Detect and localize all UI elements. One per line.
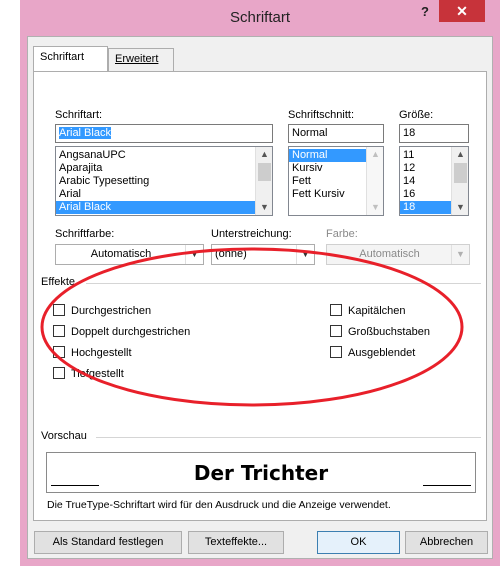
font-input-value: Arial Black [59, 127, 111, 139]
checkbox-small-caps[interactable]: Kapitälchen [330, 304, 406, 317]
tab-erweitert-label: Erweitert [115, 53, 159, 65]
scroll-up-icon[interactable]: ▲ [256, 147, 272, 162]
scroll-down-icon[interactable]: ▼ [452, 200, 468, 215]
checkbox-strikethrough[interactable]: Durchgestrichen [53, 304, 151, 317]
font-list-item[interactable]: Arial [56, 188, 272, 201]
scroll-up-icon[interactable]: ▲ [367, 147, 383, 162]
checkbox-box[interactable] [330, 346, 342, 358]
checkbox-label: Durchgestrichen [71, 305, 152, 317]
checkbox-box[interactable] [53, 346, 65, 358]
underline-value: (ohne) [215, 248, 247, 260]
checkbox-box[interactable] [53, 304, 65, 316]
tab-erweitert[interactable]: Erweitert [108, 48, 174, 71]
font-list-item[interactable]: AngsanaUPC [56, 149, 272, 162]
chevron-down-icon[interactable]: ▼ [296, 245, 314, 264]
close-icon: ✕ [456, 3, 468, 19]
font-color-label: Schriftfarbe: [55, 228, 115, 240]
text-effects-button[interactable]: Texteffekte... [188, 531, 284, 554]
preview-description: Die TrueType-Schriftart wird für den Aus… [47, 499, 391, 511]
preview-divider [96, 437, 481, 438]
checkbox-box[interactable] [53, 367, 65, 379]
checkbox-superscript[interactable]: Hochgestellt [53, 346, 132, 359]
preview-sample-text: Der Trichter [193, 461, 329, 485]
size-list[interactable]: 11 12 14 16 18 ▲ ▼ [399, 146, 469, 216]
checkbox-hidden[interactable]: Ausgeblendet [330, 346, 415, 359]
checkbox-label: Hochgestellt [71, 347, 132, 359]
scroll-thumb[interactable] [454, 163, 467, 183]
checkbox-label: Doppelt durchgestrichen [71, 326, 191, 338]
chevron-down-icon[interactable]: ▼ [185, 245, 203, 264]
size-label: Größe: [399, 109, 434, 121]
checkbox-box[interactable] [330, 304, 342, 316]
checkbox-label: Tiefgestellt [71, 368, 124, 380]
font-list-item-selected[interactable]: Arial Black [56, 201, 272, 214]
style-input[interactable]: Normal [288, 124, 384, 143]
style-list-scrollbar[interactable]: ▲ ▼ [366, 147, 383, 215]
scroll-thumb[interactable] [258, 163, 271, 181]
font-color-combo[interactable]: Automatisch ▼ [55, 244, 204, 265]
font-list-item[interactable]: Arabic Typesetting [56, 175, 272, 188]
scroll-down-icon[interactable]: ▼ [367, 200, 383, 215]
font-dialog: Schriftart ? ✕ Schriftart Erweitert Schr… [20, 0, 500, 566]
help-button[interactable]: ? [416, 2, 434, 22]
style-list[interactable]: Normal Kursiv Fett Fett Kursiv ▲ ▼ [288, 146, 384, 216]
chevron-down-icon: ▼ [451, 245, 469, 264]
size-list-scrollbar[interactable]: ▲ ▼ [451, 147, 468, 215]
underline-color-combo: Automatisch ▼ [326, 244, 470, 265]
size-list-item-selected[interactable]: 18 [400, 201, 451, 214]
effects-label: Effekte [41, 276, 76, 288]
tab-panel-schriftart: Schriftart: Arial Black AngsanaUPC Apara… [33, 71, 487, 521]
checkbox-label: Ausgeblendet [348, 347, 416, 359]
scroll-down-icon[interactable]: ▼ [256, 200, 272, 215]
preview-label: Vorschau [41, 430, 87, 442]
preview-baseline-left [51, 485, 99, 486]
checkbox-all-caps[interactable]: Großbuchstaben [330, 325, 430, 338]
checkbox-label: Kapitälchen [348, 305, 406, 317]
underline-color-value: Automatisch [359, 248, 420, 260]
checkbox-label: Großbuchstaben [348, 326, 430, 338]
ok-button[interactable]: OK [317, 531, 400, 554]
font-color-value: Automatisch [90, 248, 152, 260]
tab-schriftart[interactable]: Schriftart [33, 46, 108, 71]
preview-box: Der Trichter [46, 452, 476, 493]
scroll-up-icon[interactable]: ▲ [452, 147, 468, 162]
underline-combo[interactable]: (ohne) ▼ [211, 244, 315, 265]
size-input[interactable]: 18 [399, 124, 469, 143]
font-label: Schriftart: [55, 109, 103, 121]
style-list-item-selected[interactable]: Normal [289, 149, 366, 162]
tab-schriftart-label: Schriftart [40, 51, 85, 63]
effects-divider [86, 283, 481, 284]
set-default-button[interactable]: Als Standard festlegen [34, 531, 182, 554]
font-list-scrollbar[interactable]: ▲ ▼ [255, 147, 272, 215]
preview-baseline-right [423, 485, 471, 486]
font-list[interactable]: AngsanaUPC Aparajita Arabic Typesetting … [55, 146, 273, 216]
style-label: Schriftschnitt: [288, 109, 355, 121]
cancel-button[interactable]: Abbrechen [405, 531, 488, 554]
underline-color-label: Farbe: [326, 228, 358, 240]
font-input[interactable]: Arial Black [55, 124, 273, 143]
checkbox-double-strikethrough[interactable]: Doppelt durchgestrichen [53, 325, 190, 338]
dialog-client-area: Schriftart Erweitert Schriftart: Arial B… [27, 36, 493, 559]
checkbox-subscript[interactable]: Tiefgestellt [53, 367, 124, 380]
font-list-item[interactable]: Aparajita [56, 162, 272, 175]
title-bar[interactable]: Schriftart ? ✕ [20, 0, 500, 36]
checkbox-box[interactable] [53, 325, 65, 337]
underline-label: Unterstreichung: [211, 228, 292, 240]
close-button[interactable]: ✕ [439, 0, 485, 22]
checkbox-box[interactable] [330, 325, 342, 337]
